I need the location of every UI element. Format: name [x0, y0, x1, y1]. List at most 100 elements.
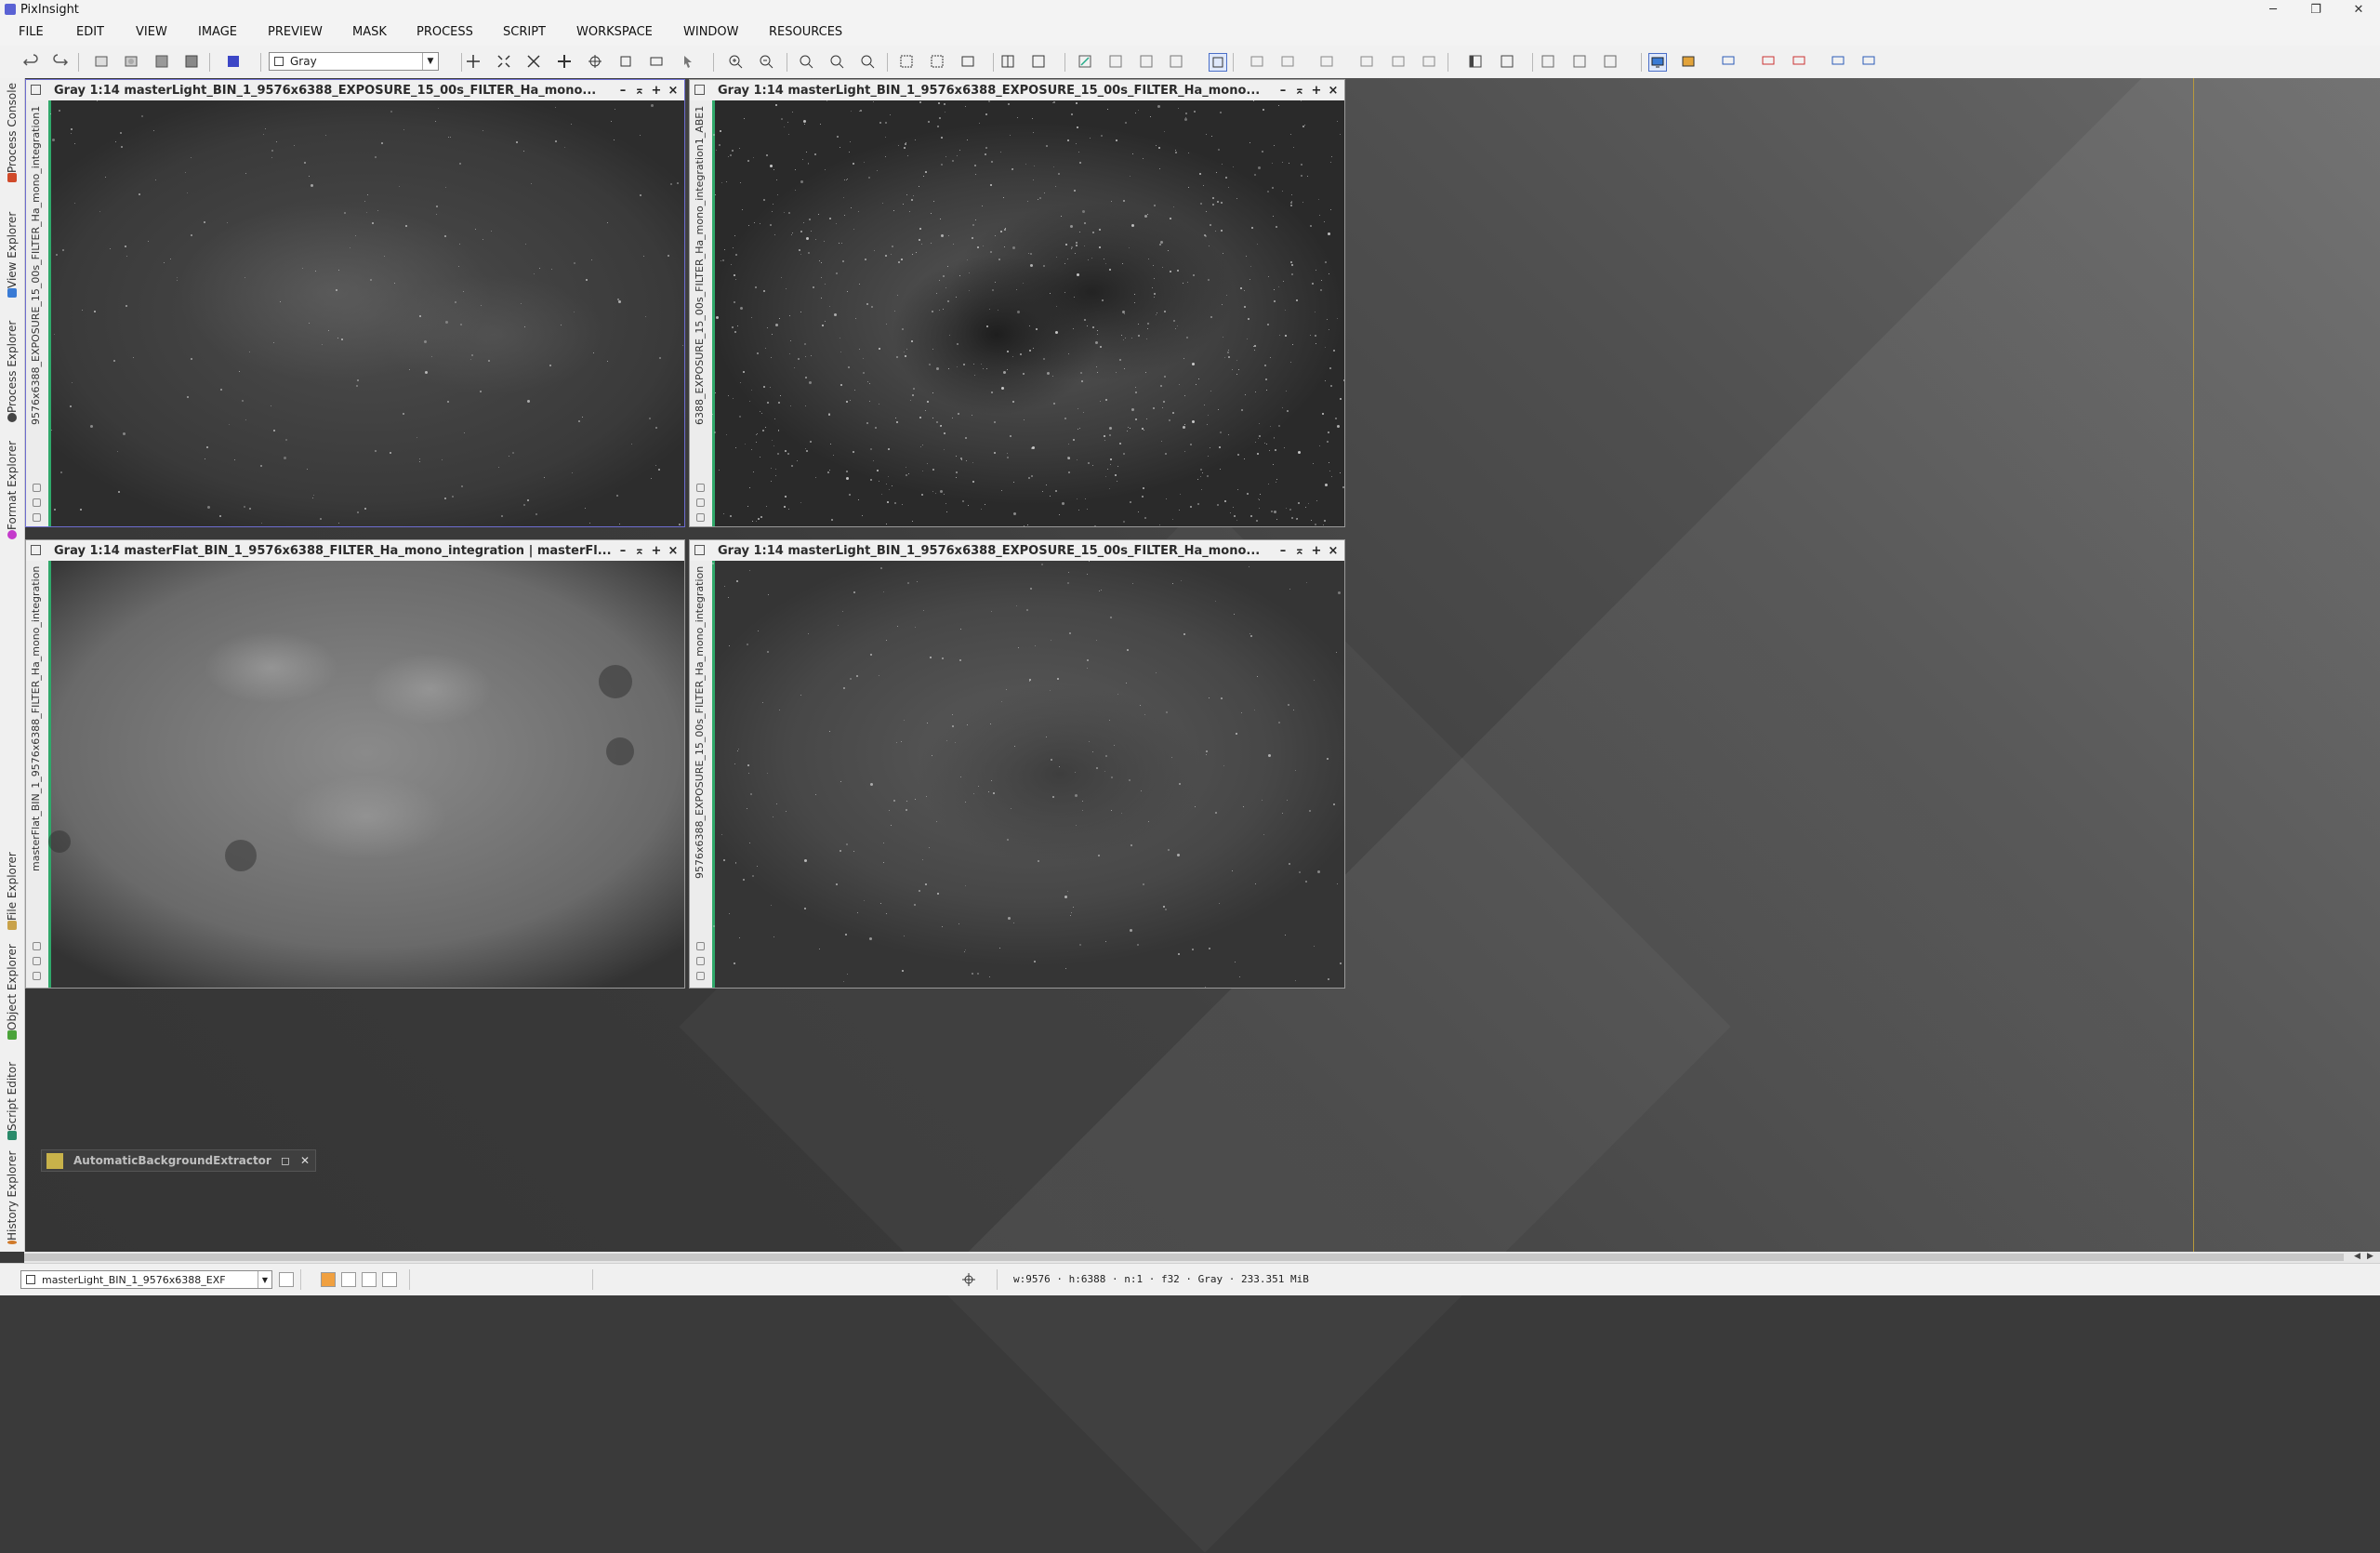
right-panel-icon[interactable] — [1499, 53, 1515, 70]
red-screen-icon[interactable] — [1760, 53, 1777, 70]
close-icon[interactable]: × — [666, 83, 681, 98]
window-menu-icon[interactable] — [694, 545, 705, 555]
window-menu-icon[interactable] — [694, 85, 705, 95]
view-id-tab[interactable]: 9576x6388_EXPOSURE_15_00s_FILTER_Ha_mono… — [694, 566, 706, 920]
mask-link-icon[interactable] — [33, 942, 41, 950]
minimize-icon[interactable]: – — [1276, 83, 1290, 98]
open-icon[interactable] — [123, 53, 139, 70]
zoom-out-icon[interactable] — [758, 53, 774, 70]
mask-link-icon[interactable] — [696, 484, 705, 492]
left-panel-icon[interactable] — [1467, 53, 1484, 70]
monitor-icon[interactable] — [1648, 53, 1667, 72]
close-icon[interactable]: × — [1326, 83, 1341, 98]
image-canvas[interactable] — [712, 100, 1344, 526]
blue-screen-icon[interactable] — [1830, 53, 1846, 70]
menu-view[interactable]: VIEW — [136, 25, 167, 39]
scroll-right-icon[interactable]: ▶ — [2367, 1252, 2373, 1261]
process-icon-close-icon[interactable]: ✕ — [300, 1154, 310, 1167]
menu-file[interactable]: FILE — [19, 25, 44, 39]
lock-icon[interactable] — [696, 972, 705, 980]
blue-screen-alt-icon[interactable] — [1860, 53, 1877, 70]
dock-tab-history-explorer[interactable]: History Explorer — [3, 1151, 21, 1248]
save-as-icon[interactable] — [183, 53, 200, 70]
preview-tab-icon[interactable] — [33, 498, 41, 507]
zoom-fit-icon[interactable] — [496, 53, 512, 70]
display-channel-select[interactable]: Gray ▼ — [269, 52, 439, 71]
window-menu-icon[interactable] — [31, 545, 41, 555]
swatch-empty-icon[interactable] — [362, 1272, 377, 1287]
stf-reset-icon[interactable] — [1138, 53, 1155, 70]
maximize-icon[interactable]: + — [649, 543, 664, 558]
menu-preview[interactable]: PREVIEW — [268, 25, 323, 39]
process-icon-collapse-icon[interactable]: ◻ — [281, 1154, 290, 1167]
shade-icon[interactable]: ⌅ — [632, 83, 647, 98]
menu-process[interactable]: PROCESS — [416, 25, 473, 39]
new-image-icon[interactable] — [93, 53, 110, 70]
dock-tab-view-explorer[interactable]: View Explorer — [3, 193, 21, 301]
auto-stretch-icon[interactable] — [1209, 53, 1227, 72]
close-button[interactable]: ✕ — [2337, 0, 2380, 20]
center-icon[interactable] — [587, 53, 603, 70]
maximize-icon[interactable]: + — [1309, 83, 1324, 98]
zoom-fit-view-icon[interactable] — [828, 53, 845, 70]
tile-windows-icon[interactable] — [999, 53, 1016, 70]
shade-icon[interactable]: ⌅ — [1292, 83, 1307, 98]
zoom-optimal-icon[interactable] — [859, 53, 876, 70]
image-window-titlebar[interactable]: Gray 1:14 masterLight_BIN_1_9576x6388_EX… — [26, 80, 684, 100]
preview-tab-icon[interactable] — [696, 957, 705, 965]
menu-image[interactable]: IMAGE — [198, 25, 237, 39]
overlay-icon[interactable] — [1318, 53, 1335, 70]
green-channel-icon[interactable] — [1421, 53, 1437, 70]
image-window-titlebar[interactable]: Gray 1:14 masterLight_BIN_1_9576x6388_EX… — [690, 80, 1344, 100]
window-size-icon[interactable] — [959, 53, 976, 70]
mask-icon[interactable] — [225, 53, 242, 70]
rgb-icon[interactable] — [1358, 53, 1375, 70]
screen-link-icon[interactable] — [1720, 53, 1737, 70]
swatch-empty-icon[interactable] — [382, 1272, 397, 1287]
chevron-down-icon[interactable]: ▼ — [422, 53, 438, 70]
preview-mode-icon[interactable] — [617, 53, 634, 70]
zoom-mode-icon[interactable] — [525, 53, 542, 70]
close-icon[interactable]: × — [1326, 543, 1341, 558]
menu-mask[interactable]: MASK — [352, 25, 387, 39]
lock-icon[interactable] — [33, 513, 41, 522]
readout-mode-icon[interactable] — [465, 53, 482, 70]
fit-window-icon[interactable] — [898, 53, 915, 70]
process-icon-abe[interactable]: AutomaticBackgroundExtractor ◻ ✕ — [41, 1149, 316, 1172]
menu-window[interactable]: WINDOW — [683, 25, 739, 39]
channel-alt-icon[interactable] — [1279, 53, 1296, 70]
preview-edit-icon[interactable] — [648, 53, 665, 70]
channel-icon[interactable] — [1249, 53, 1265, 70]
color-swatch-icon[interactable] — [321, 1272, 336, 1287]
cascade-icon[interactable] — [1030, 53, 1047, 70]
image-window-2[interactable]: Gray 1:14 masterLight_BIN_1_9576x6388_EX… — [689, 79, 1345, 527]
save-icon[interactable] — [153, 53, 170, 70]
minimize-button[interactable]: ─ — [2252, 0, 2294, 20]
lock-icon[interactable] — [696, 513, 705, 522]
view-id-tab[interactable]: 6388_EXPOSURE_15_00s_FILTER_Ha_mono_inte… — [694, 106, 706, 459]
dock-tab-format-explorer[interactable]: Format Explorer — [3, 433, 21, 543]
dock-tab-script-editor[interactable]: Script Editor — [3, 1051, 21, 1144]
dock-tab-process-console[interactable]: Process Console — [3, 82, 21, 186]
minimize-icon[interactable]: – — [1276, 543, 1290, 558]
shade-icon[interactable]: ⌅ — [1292, 543, 1307, 558]
swatch-empty-icon[interactable] — [341, 1272, 356, 1287]
restore-button[interactable]: ❐ — [2294, 0, 2337, 20]
menu-workspace[interactable]: WORKSPACE — [576, 25, 653, 39]
view-toggle-icon[interactable] — [279, 1272, 294, 1287]
explorer-icon[interactable] — [1571, 53, 1588, 70]
dock-tab-process-explorer[interactable]: Process Explorer — [3, 309, 21, 426]
red-channel-icon[interactable] — [1390, 53, 1407, 70]
maximize-icon[interactable]: + — [649, 83, 664, 98]
scrollbar-thumb[interactable] — [24, 1254, 2344, 1261]
minimize-icon[interactable]: – — [615, 83, 630, 98]
undo-icon[interactable] — [22, 53, 39, 70]
stf-icon[interactable] — [1077, 53, 1093, 70]
image-window-1[interactable]: Gray 1:14 masterLight_BIN_1_9576x6388_EX… — [25, 79, 685, 527]
dock-tab-object-explorer[interactable]: Object Explorer — [3, 941, 21, 1043]
preview-tab-icon[interactable] — [33, 957, 41, 965]
menu-edit[interactable]: EDIT — [76, 25, 104, 39]
view-id-tab[interactable]: masterFlat_BIN_1_9576x6388_FILTER_Ha_mon… — [30, 566, 42, 920]
shade-icon[interactable]: ⌅ — [632, 543, 647, 558]
mask-link-icon[interactable] — [33, 484, 41, 492]
